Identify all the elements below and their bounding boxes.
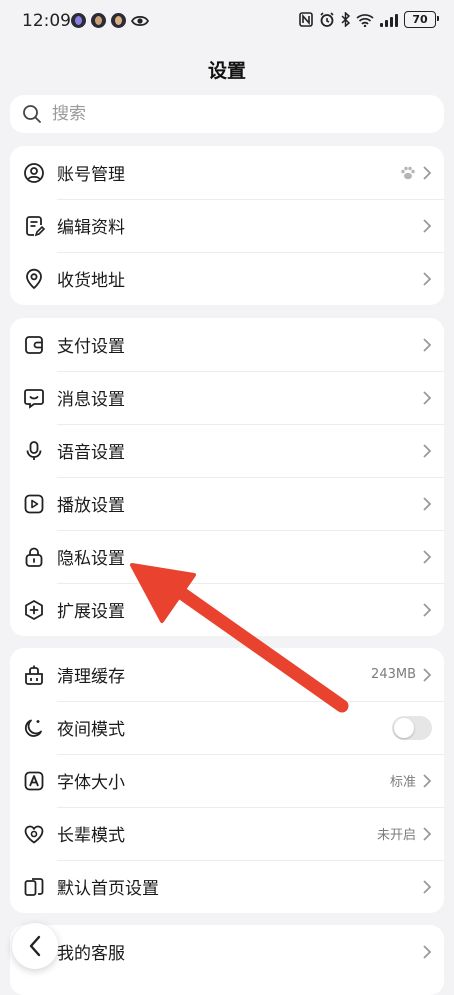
lock-icon <box>23 546 45 568</box>
search-icon <box>23 105 41 123</box>
clean-icon <box>23 664 45 686</box>
settings-item-account-management[interactable]: 账号管理 <box>10 146 444 199</box>
app-notification-icon <box>71 13 86 28</box>
chevron-right-icon <box>423 165 432 180</box>
font-size-icon <box>23 770 45 792</box>
settings-item-shipping-address[interactable]: 收货地址 <box>10 252 444 305</box>
message-icon <box>23 387 45 409</box>
status-notification-icons <box>71 13 149 28</box>
bluetooth-icon <box>341 12 350 27</box>
battery-icon: 70 <box>404 11 439 28</box>
chevron-right-icon <box>423 773 432 788</box>
settings-item-label: 收货地址 <box>57 271 125 291</box>
elder-mode-value: 未开启 <box>376 828 416 843</box>
settings-group-account: 账号管理 编辑资料 收货地址 <box>10 146 444 305</box>
font-size-value: 标准 <box>389 775 416 790</box>
chevron-right-icon <box>423 879 432 894</box>
alarm-icon <box>320 12 334 27</box>
chevron-right-icon <box>423 826 432 841</box>
chevron-right-icon <box>423 271 432 286</box>
account-icon <box>23 162 45 184</box>
settings-item-playback[interactable]: 播放设置 <box>10 477 444 530</box>
location-icon <box>23 268 45 290</box>
settings-item-customer-service[interactable]: 我的客服 <box>10 925 444 978</box>
status-time: 12:09 <box>22 11 71 31</box>
chevron-right-icon <box>423 443 432 458</box>
settings-item-label: 消息设置 <box>57 390 125 410</box>
nfc-icon <box>299 12 313 27</box>
chevron-right-icon <box>423 496 432 511</box>
search-bar[interactable] <box>10 95 444 133</box>
status-bar: 12:09 70 <box>0 0 454 44</box>
play-icon <box>23 493 45 515</box>
settings-item-label: 清理缓存 <box>57 667 125 687</box>
paw-icon <box>401 166 415 179</box>
app-notification-icon <box>111 13 126 28</box>
cell-signal-icon <box>380 13 398 27</box>
settings-item-label: 字体大小 <box>57 773 125 793</box>
settings-item-label: 我的客服 <box>57 944 125 964</box>
settings-item-label: 支付设置 <box>57 337 125 357</box>
settings-item-label: 隐私设置 <box>57 549 125 569</box>
wallet-icon <box>23 334 45 356</box>
settings-item-label: 长辈模式 <box>57 826 125 846</box>
chevron-right-icon <box>423 218 432 233</box>
chevron-right-icon <box>423 337 432 352</box>
settings-item-edit-profile[interactable]: 编辑资料 <box>10 199 444 252</box>
settings-item-label: 默认首页设置 <box>57 879 159 899</box>
settings-item-payment[interactable]: 支付设置 <box>10 318 444 371</box>
settings-item-default-homepage[interactable]: 默认首页设置 <box>10 860 444 913</box>
chevron-right-icon <box>423 602 432 617</box>
settings-item-privacy[interactable]: 隐私设置 <box>10 530 444 583</box>
settings-item-extension[interactable]: 扩展设置 <box>10 583 444 636</box>
settings-group-display: 清理缓存 243MB 夜间模式 字体大小 标准 长辈模式 未开启 默认首页设置 <box>10 648 444 913</box>
settings-item-label: 扩展设置 <box>57 602 125 622</box>
app-notification-icon <box>91 13 106 28</box>
settings-group-preferences: 支付设置 消息设置 语音设置 播放设置 隐私设置 扩展设置 <box>10 318 444 636</box>
homepage-icon <box>23 876 45 898</box>
status-system-icons: 70 <box>299 11 439 28</box>
extension-icon <box>23 599 45 621</box>
chevron-right-icon <box>423 549 432 564</box>
edit-profile-icon <box>23 215 45 237</box>
settings-item-clear-cache[interactable]: 清理缓存 243MB <box>10 648 444 701</box>
settings-item-label: 夜间模式 <box>57 720 125 740</box>
elder-mode-icon <box>23 823 45 845</box>
chevron-right-icon <box>423 390 432 405</box>
night-mode-icon <box>23 717 45 739</box>
settings-group-service: 我的客服 <box>10 925 444 995</box>
back-button[interactable] <box>12 923 58 969</box>
settings-item-label: 编辑资料 <box>57 218 125 238</box>
settings-item-elder-mode[interactable]: 长辈模式 未开启 <box>10 807 444 860</box>
chevron-left-icon <box>29 935 41 957</box>
settings-item-voice[interactable]: 语音设置 <box>10 424 444 477</box>
microphone-icon <box>23 440 45 462</box>
settings-item-message[interactable]: 消息设置 <box>10 371 444 424</box>
settings-item-night-mode: 夜间模式 <box>10 701 444 754</box>
chevron-right-icon <box>423 667 432 682</box>
eye-icon <box>131 15 149 26</box>
settings-item-label: 播放设置 <box>57 496 125 516</box>
night-mode-toggle[interactable] <box>392 715 432 740</box>
chevron-right-icon <box>423 944 432 959</box>
settings-item-label: 账号管理 <box>57 165 125 185</box>
settings-item-label: 语音设置 <box>57 443 125 463</box>
wifi-icon <box>356 13 374 27</box>
search-input[interactable] <box>50 103 414 125</box>
cache-size-value: 243MB <box>371 667 416 682</box>
settings-item-font-size[interactable]: 字体大小 标准 <box>10 754 444 807</box>
page-title: 设置 <box>207 60 246 82</box>
